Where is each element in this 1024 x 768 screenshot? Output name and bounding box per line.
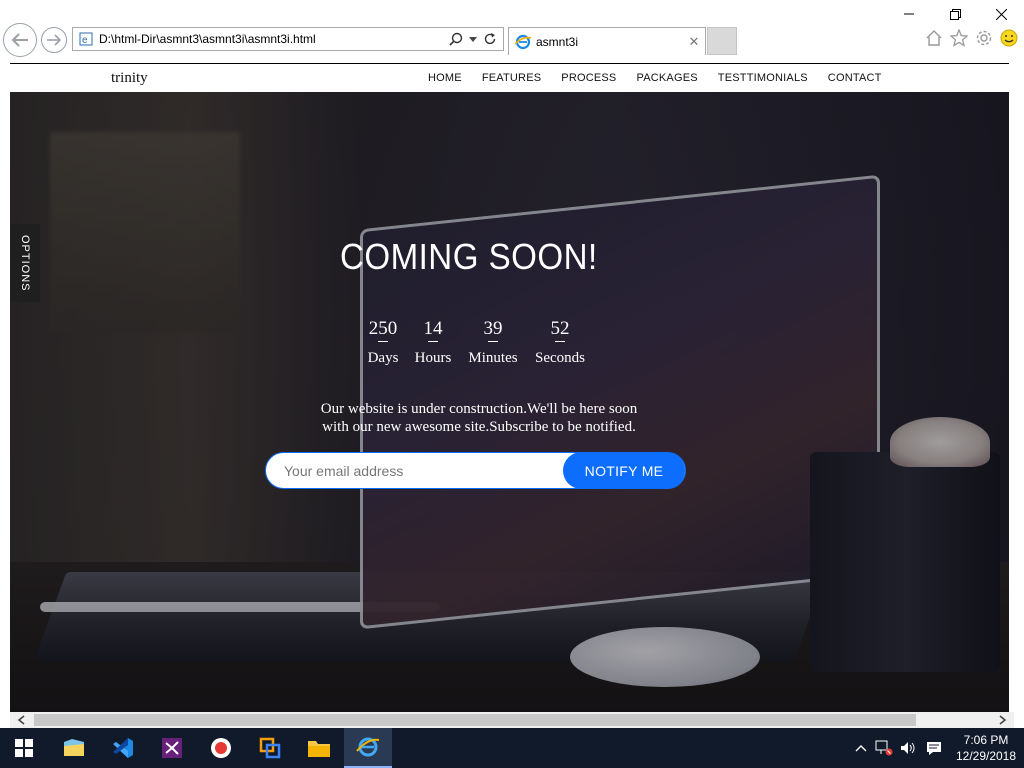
visual-studio-icon[interactable] xyxy=(148,728,196,768)
nav-process[interactable]: PROCESS xyxy=(561,72,616,84)
forward-arrow-icon xyxy=(47,34,62,46)
address-bar[interactable]: e D:\html-Dir\asmnt3\asmnt3i\asmnt3i.htm… xyxy=(72,27,504,51)
site-header: trinity HOME FEATURES PROCESS PACKAGES T… xyxy=(10,64,1009,92)
scroll-left-arrow-icon[interactable] xyxy=(12,712,30,728)
tab-title: asmnt3i xyxy=(536,34,579,49)
new-tab-button[interactable] xyxy=(707,27,737,55)
countdown-seconds-bar xyxy=(555,341,565,342)
clock-time: 7:06 PM xyxy=(963,733,1009,747)
search-icon[interactable] xyxy=(449,32,463,46)
countdown-minutes: 39 Minutes xyxy=(464,318,522,367)
taskbar-clock[interactable]: 7:06 PM 12/29/2018 xyxy=(948,732,1024,764)
folder-icon[interactable] xyxy=(295,728,343,768)
internet-explorer-taskbar-icon[interactable] xyxy=(344,728,392,768)
nav-testimonials[interactable]: TESTTIMONIALS xyxy=(718,72,808,84)
email-input[interactable] xyxy=(284,453,554,488)
back-button[interactable] xyxy=(3,23,37,57)
browser-tab[interactable]: asmnt3i ✕ xyxy=(508,27,706,55)
construction-line-1: Our website is under construction.We'll … xyxy=(320,401,638,417)
construction-message: Our website is under construction.We'll … xyxy=(290,400,668,436)
chevron-up-icon[interactable] xyxy=(850,744,872,752)
countdown-minutes-bar xyxy=(488,341,498,342)
dropdown-arrow-icon[interactable] xyxy=(469,35,477,43)
coming-soon-title: COMING SOON! xyxy=(340,236,598,277)
favorites-star-icon[interactable] xyxy=(950,28,968,48)
site-brand[interactable]: trinity xyxy=(111,70,148,87)
countdown-minutes-label: Minutes xyxy=(468,350,518,366)
scroll-right-arrow-icon[interactable] xyxy=(994,712,1012,728)
clock-date: 12/29/2018 xyxy=(955,749,1017,763)
file-explorer-icon[interactable] xyxy=(50,728,98,768)
countdown-seconds-value: 52 xyxy=(550,318,570,339)
nav-features[interactable]: FEATURES xyxy=(482,72,541,84)
browser-toolbar xyxy=(925,28,1018,48)
options-tab[interactable]: OPTIONS xyxy=(10,224,40,302)
restore-icon xyxy=(949,8,961,20)
network-icon[interactable] xyxy=(872,740,896,756)
page-icon: e xyxy=(77,30,95,48)
countdown-hours-value: 14 xyxy=(423,318,443,339)
back-arrow-icon xyxy=(11,33,28,47)
close-icon xyxy=(995,8,1007,20)
taskbar: 7:06 PM 12/29/2018 xyxy=(0,728,1024,768)
settings-gear-icon[interactable] xyxy=(975,28,993,48)
vscode-icon[interactable] xyxy=(99,728,147,768)
feedback-smiley-icon[interactable] xyxy=(1000,28,1018,48)
countdown-days-value: 250 xyxy=(368,318,398,339)
site-nav: HOME FEATURES PROCESS PACKAGES TESTTIMON… xyxy=(428,72,902,84)
options-label: OPTIONS xyxy=(19,234,31,292)
countdown-days-label: Days xyxy=(367,350,399,366)
horizontal-scrollbar[interactable] xyxy=(10,712,1014,728)
countdown-hours-label: Hours xyxy=(414,350,452,366)
nav-home[interactable]: HOME xyxy=(428,72,462,84)
nav-contact[interactable]: CONTACT xyxy=(828,72,882,84)
countdown-days: 250 Days xyxy=(360,318,406,367)
countdown-hours-bar xyxy=(428,341,438,342)
minimize-icon xyxy=(904,13,914,15)
volume-icon[interactable] xyxy=(896,741,920,755)
scrollbar-thumb[interactable] xyxy=(34,714,916,726)
internet-explorer-icon xyxy=(514,34,532,50)
remote-icon[interactable] xyxy=(246,728,294,768)
notifications-icon[interactable] xyxy=(920,741,948,755)
refresh-icon[interactable] xyxy=(483,32,497,46)
nav-packages[interactable]: PACKAGES xyxy=(636,72,697,84)
forward-button[interactable] xyxy=(41,27,67,53)
countdown-seconds-label: Seconds xyxy=(535,350,585,366)
record-icon[interactable] xyxy=(197,728,245,768)
countdown-days-bar xyxy=(378,341,388,342)
tab-close-icon[interactable]: ✕ xyxy=(685,34,703,50)
notify-me-button[interactable]: NOTIFY ME xyxy=(563,452,685,489)
countdown-minutes-value: 39 xyxy=(483,318,503,339)
system-tray: 7:06 PM 12/29/2018 xyxy=(850,728,1024,768)
home-icon[interactable] xyxy=(925,28,943,48)
svg-text:e: e xyxy=(82,35,88,46)
construction-line-2: with our new awesome site.Subscribe to b… xyxy=(322,419,636,435)
subscribe-form: NOTIFY ME xyxy=(265,452,686,489)
countdown-seconds: 52 Seconds xyxy=(530,318,590,367)
countdown-hours: 14 Hours xyxy=(410,318,456,367)
address-text[interactable]: D:\html-Dir\asmnt3\asmnt3i\asmnt3i.html xyxy=(99,32,449,46)
browser-nav-row: e D:\html-Dir\asmnt3\asmnt3i\asmnt3i.htm… xyxy=(0,22,1024,58)
windows-start-icon[interactable] xyxy=(0,728,48,768)
